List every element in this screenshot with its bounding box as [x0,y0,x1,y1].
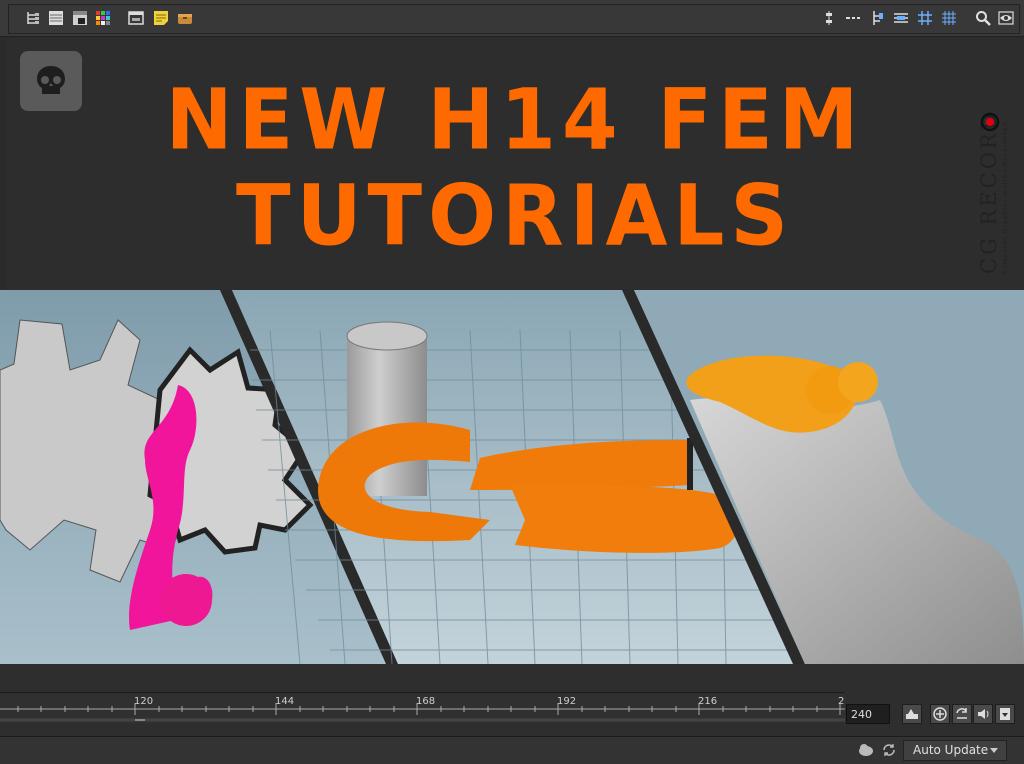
tick-label-216: 216 [698,696,718,707]
logo-text: CG RECORD [977,110,1001,274]
status-bar: Auto Update [0,736,1024,764]
network-box-icon[interactable] [128,10,144,26]
title-banner: NEW H14 FEM TUTORIALS CG RECORD Computer… [6,38,1024,290]
align-vertical-icon[interactable] [821,10,837,26]
keyframe-options-button[interactable] [902,704,922,724]
cg-record-logo: CG RECORD Computer Graphics motion Recor… [972,52,1012,280]
scene-viewport[interactable] [0,290,1024,664]
audio-button[interactable] [973,704,993,724]
loop-playback-button[interactable] [952,704,972,724]
auto-update-dropdown[interactable]: Auto Update [903,740,1007,761]
snap-icon[interactable] [869,10,885,26]
refresh-icon[interactable] [880,741,898,759]
end-frame-field[interactable]: 240 [846,704,890,724]
auto-update-label: Auto Update [913,743,989,757]
eye-icon[interactable] [998,10,1014,26]
list-view-icon[interactable] [48,10,64,26]
tick-label-192: 192 [557,696,577,707]
grid-alt-icon[interactable] [941,10,957,26]
grid-icon[interactable] [917,10,933,26]
tree-view-icon[interactable] [25,10,41,26]
frame-ruler[interactable]: 120 144 168 192 216 2 [0,692,845,723]
headline-line-1: NEW H14 FEM [165,70,865,169]
global-animation-options-button[interactable] [995,704,1015,724]
spreadsheet-icon[interactable] [72,10,88,26]
logo-subtext: Computer Graphics motion Recordered [1002,122,1009,274]
chevron-down-icon [990,748,998,753]
layout-icon[interactable] [893,10,909,26]
tick-label-144: 144 [275,696,295,707]
tick-label-240-partial: 2 [838,696,845,707]
sticky-note-icon[interactable] [153,10,169,26]
color-grid-icon[interactable] [95,10,111,26]
search-icon[interactable] [975,10,991,26]
tick-label-168: 168 [416,696,436,707]
timeline-panel: 120 144 168 192 216 2 240 [0,664,1024,736]
headline-line-2: TUTORIALS [236,166,794,265]
cloud-icon[interactable] [857,741,875,759]
top-toolbar [0,0,1024,37]
package-icon[interactable] [177,10,193,26]
tick-label-120: 120 [134,696,154,707]
dashed-line-icon[interactable] [845,10,861,26]
add-key-button[interactable] [930,704,950,724]
